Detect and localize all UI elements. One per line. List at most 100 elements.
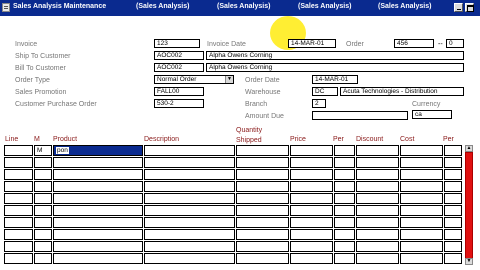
- cell-description[interactable]: [144, 253, 235, 264]
- cell-per2[interactable]: [444, 145, 462, 156]
- cell-line[interactable]: [4, 145, 33, 156]
- cell-description[interactable]: [144, 157, 235, 168]
- cell-discount[interactable]: [356, 193, 399, 204]
- cell-line[interactable]: [4, 181, 33, 192]
- cell-line[interactable]: [4, 241, 33, 252]
- cell-product[interactable]: [53, 217, 143, 228]
- maximize-button[interactable]: [465, 3, 474, 12]
- cell-discount[interactable]: [356, 157, 399, 168]
- cell-line[interactable]: [4, 169, 33, 180]
- sales-promotion-field[interactable]: FALL00: [154, 87, 204, 96]
- cell-line[interactable]: [4, 229, 33, 240]
- cell-per2[interactable]: [444, 241, 462, 252]
- cell-cost[interactable]: [400, 193, 443, 204]
- customer-po-field[interactable]: 530-2: [154, 99, 204, 108]
- cell-qty[interactable]: [236, 145, 289, 156]
- cell-qty[interactable]: [236, 205, 289, 216]
- cell-product[interactable]: [53, 193, 143, 204]
- cell-per2[interactable]: [444, 217, 462, 228]
- cell-m[interactable]: [34, 217, 52, 228]
- cell-discount[interactable]: [356, 205, 399, 216]
- cell-product[interactable]: [53, 229, 143, 240]
- cell-discount[interactable]: [356, 241, 399, 252]
- cell-price[interactable]: [290, 157, 333, 168]
- order-field[interactable]: 456: [394, 39, 434, 48]
- chevron-down-icon[interactable]: ▼: [225, 76, 233, 83]
- cell-per1[interactable]: [334, 253, 355, 264]
- order-seq-field[interactable]: 0: [446, 39, 464, 48]
- ship-to-code-field[interactable]: AOC002: [154, 51, 204, 60]
- cell-line[interactable]: [4, 253, 33, 264]
- cell-cost[interactable]: [400, 229, 443, 240]
- cell-description[interactable]: [144, 229, 235, 240]
- warehouse-code-field[interactable]: DC: [312, 87, 338, 96]
- cell-qty[interactable]: [236, 181, 289, 192]
- scrollbar-thumb[interactable]: [465, 152, 473, 260]
- cell-per2[interactable]: [444, 229, 462, 240]
- cell-per2[interactable]: [444, 169, 462, 180]
- cell-price[interactable]: [290, 253, 333, 264]
- cell-per1[interactable]: [334, 181, 355, 192]
- cell-per2[interactable]: [444, 181, 462, 192]
- cell-product[interactable]: [53, 157, 143, 168]
- cell-price[interactable]: [290, 145, 333, 156]
- cell-product[interactable]: [53, 205, 143, 216]
- cell-product[interactable]: [53, 253, 143, 264]
- cell-price[interactable]: [290, 205, 333, 216]
- cell-cost[interactable]: [400, 145, 443, 156]
- cell-discount[interactable]: [356, 217, 399, 228]
- cell-m[interactable]: [34, 253, 52, 264]
- cell-m[interactable]: [34, 181, 52, 192]
- cell-cost[interactable]: [400, 181, 443, 192]
- ship-to-name-field[interactable]: Alpha Owens Corning: [206, 51, 464, 60]
- cell-cost[interactable]: [400, 253, 443, 264]
- cell-cost[interactable]: [400, 205, 443, 216]
- cell-line[interactable]: [4, 193, 33, 204]
- cell-product[interactable]: [53, 241, 143, 252]
- cell-line[interactable]: [4, 217, 33, 228]
- cell-discount[interactable]: [356, 253, 399, 264]
- cell-price[interactable]: [290, 169, 333, 180]
- scroll-up-arrow-icon[interactable]: ▲: [465, 145, 473, 152]
- cell-cost[interactable]: [400, 157, 443, 168]
- cell-m[interactable]: M: [34, 145, 52, 156]
- cell-m[interactable]: [34, 193, 52, 204]
- cell-per2[interactable]: [444, 205, 462, 216]
- cell-m[interactable]: [34, 241, 52, 252]
- cell-cost[interactable]: [400, 169, 443, 180]
- cell-discount[interactable]: [356, 145, 399, 156]
- cell-price[interactable]: [290, 229, 333, 240]
- cell-per2[interactable]: [444, 253, 462, 264]
- bill-to-name-field[interactable]: Alpha Owens Corning: [206, 63, 464, 72]
- order-type-select[interactable]: Normal Order ▼: [154, 75, 234, 84]
- currency-field[interactable]: ca: [412, 110, 452, 119]
- cell-qty[interactable]: [236, 229, 289, 240]
- cell-per1[interactable]: [334, 145, 355, 156]
- invoice-date-field[interactable]: 14-MAR-01: [288, 39, 336, 48]
- cell-cost[interactable]: [400, 217, 443, 228]
- cell-line[interactable]: [4, 157, 33, 168]
- cell-description[interactable]: [144, 193, 235, 204]
- cell-description[interactable]: [144, 181, 235, 192]
- cell-per1[interactable]: [334, 241, 355, 252]
- cell-qty[interactable]: [236, 217, 289, 228]
- cell-description[interactable]: [144, 145, 235, 156]
- cell-per2[interactable]: [444, 157, 462, 168]
- cell-m[interactable]: [34, 229, 52, 240]
- cell-price[interactable]: [290, 193, 333, 204]
- cell-discount[interactable]: [356, 181, 399, 192]
- cell-qty[interactable]: [236, 169, 289, 180]
- cell-price[interactable]: [290, 241, 333, 252]
- cell-qty[interactable]: [236, 193, 289, 204]
- order-date-field[interactable]: 14-MAR-01: [312, 75, 358, 84]
- window-menu-icon[interactable]: [2, 3, 10, 12]
- cell-qty[interactable]: [236, 157, 289, 168]
- cell-per2[interactable]: [444, 193, 462, 204]
- invoice-field[interactable]: 123: [154, 39, 200, 48]
- cell-per1[interactable]: [334, 217, 355, 228]
- bill-to-code-field[interactable]: AOC002: [154, 63, 204, 72]
- cell-description[interactable]: [144, 217, 235, 228]
- cell-m[interactable]: [34, 169, 52, 180]
- cell-description[interactable]: [144, 169, 235, 180]
- cell-description[interactable]: [144, 241, 235, 252]
